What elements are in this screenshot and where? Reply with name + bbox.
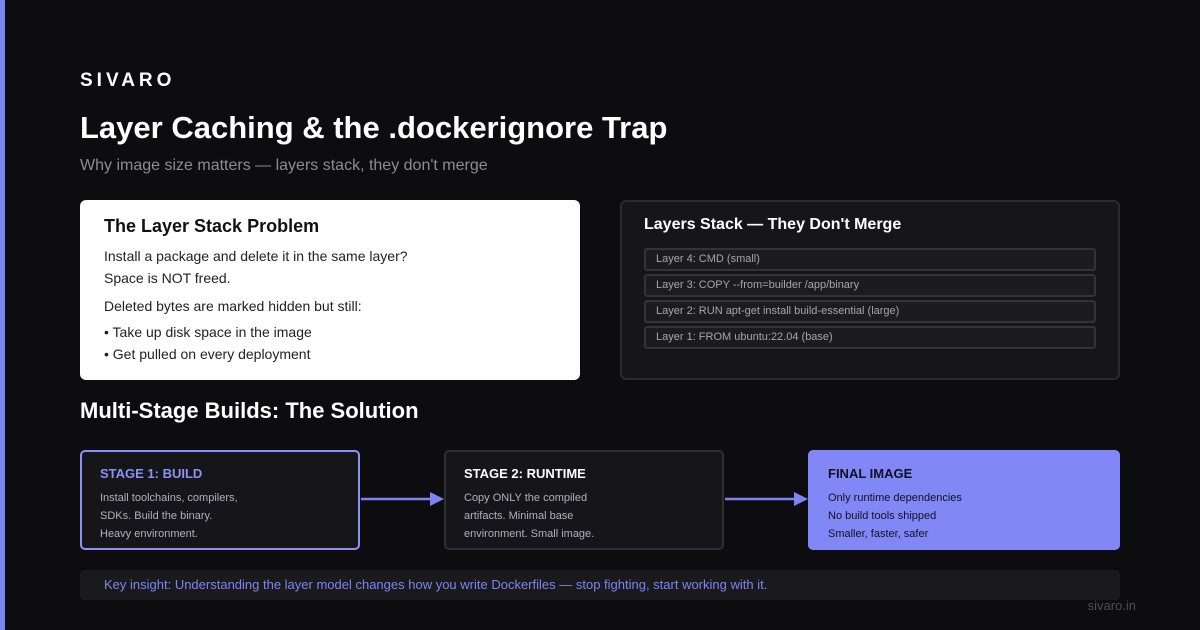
stage-line: No build tools shipped (828, 510, 937, 522)
stage-line: Copy ONLY the compiled (464, 492, 588, 504)
arrow-build-to-runtime (361, 492, 444, 506)
stage-line: Only runtime dependencies (828, 492, 962, 504)
stage-runtime-box: STAGE 2: RUNTIME Copy ONLY the compiled … (444, 450, 724, 550)
stage-line: Smaller, faster, safer (828, 528, 929, 540)
key-insight-banner: Key insight: Understanding the layer mod… (80, 570, 1120, 600)
stage-build-box: STAGE 1: BUILD Install toolchains, compi… (80, 450, 360, 550)
final-image-box: FINAL IMAGE Only runtime dependencies No… (808, 450, 1120, 550)
stage-title: STAGE 1: BUILD (100, 466, 203, 481)
stage-line: SDKs. Build the binary. (100, 510, 213, 522)
footer-url: sivaro.in (1087, 598, 1136, 613)
stage-line: environment. Small image. (464, 528, 595, 540)
stage-title: STAGE 2: RUNTIME (464, 466, 586, 481)
stage-line: Install toolchains, compilers, (100, 492, 238, 504)
stage-title: FINAL IMAGE (828, 466, 913, 481)
stage-line: artifacts. Minimal base (464, 510, 574, 522)
stage-line: Heavy environment. (100, 528, 198, 540)
arrow-runtime-to-final (725, 492, 808, 506)
